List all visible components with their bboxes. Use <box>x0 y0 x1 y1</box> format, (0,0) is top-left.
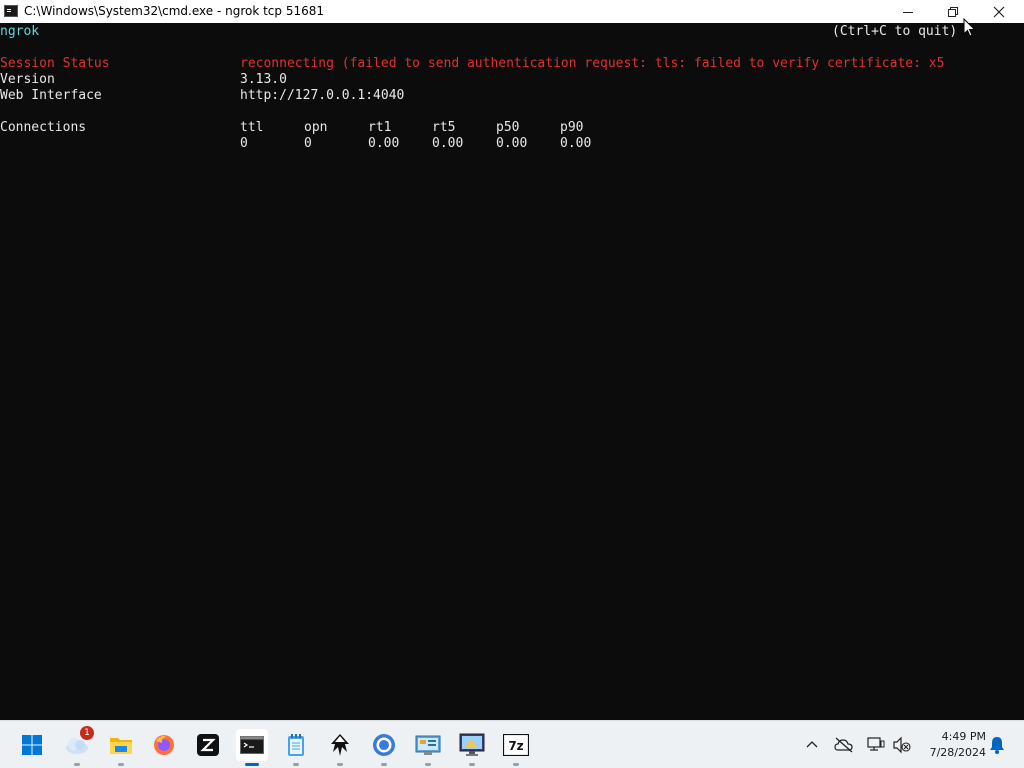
minimize-button[interactable] <box>885 0 931 23</box>
conn-header-rt1: rt1 <box>368 120 392 135</box>
conn-value-ttl: 0 <box>240 136 248 151</box>
session-status-value: reconnecting (failed to send authenticat… <box>240 56 945 71</box>
volume-muted-icon <box>893 736 911 754</box>
minimize-icon <box>903 11 913 13</box>
notifications-button[interactable] <box>987 735 1007 755</box>
zed-icon <box>197 734 219 756</box>
notepad-button[interactable] <box>280 729 312 766</box>
close-icon <box>993 6 1005 17</box>
firefox-button[interactable] <box>148 729 180 761</box>
weather-widget-button[interactable]: 1 <box>61 726 94 766</box>
terminal-icon <box>240 736 264 754</box>
app-name: ngrok <box>0 24 40 39</box>
running-indicator <box>469 763 475 766</box>
7zip-button[interactable]: 7z <box>500 729 532 766</box>
chrome-icon <box>373 734 395 756</box>
7zip-icon: 7z <box>503 734 529 756</box>
chrome-button[interactable] <box>368 729 400 766</box>
chevron-up-icon <box>806 741 818 748</box>
running-indicator <box>337 763 343 766</box>
quit-hint: (Ctrl+C to quit) <box>832 24 958 39</box>
inkscape-button[interactable] <box>324 729 356 766</box>
start-button[interactable] <box>16 729 48 761</box>
running-indicator <box>118 763 124 766</box>
control-panel-button[interactable] <box>412 729 444 766</box>
svg-text:7z: 7z <box>508 739 523 753</box>
session-status-label: Session Status <box>0 56 110 71</box>
restore-icon <box>948 6 958 17</box>
notification-badge: 1 <box>80 726 94 740</box>
zed-button[interactable] <box>192 729 224 761</box>
running-indicator <box>513 763 519 766</box>
taskbar: 1 7z 4:49 PM 7/28/2024 <box>0 720 1024 768</box>
window-title: C:\Windows\System32\cmd.exe - ngrok tcp … <box>24 4 325 18</box>
start-icon <box>22 735 42 755</box>
remote-desktop-button[interactable] <box>456 729 488 766</box>
console-icon <box>4 5 18 17</box>
window-title-bar[interactable]: C:\Windows\System32\cmd.exe - ngrok tcp … <box>0 0 1024 23</box>
onedrive-offline-icon <box>834 737 853 753</box>
file-explorer-button[interactable] <box>105 729 137 766</box>
clock-time: 4:49 PM <box>941 730 986 743</box>
show-hidden-icons-button[interactable] <box>802 735 822 755</box>
close-button[interactable] <box>976 0 1022 23</box>
bell-icon <box>990 737 1004 754</box>
firefox-icon <box>154 735 174 755</box>
conn-value-p90: 0.00 <box>560 136 592 151</box>
network-disconnected-icon <box>867 737 885 751</box>
notepad-icon <box>288 734 304 756</box>
conn-value-rt1: 0.00 <box>368 136 400 151</box>
running-indicator <box>425 763 431 766</box>
terminal-output[interactable]: ngrok (Ctrl+C to quit) Session Status re… <box>0 23 1024 720</box>
web-interface-label: Web Interface <box>0 88 102 103</box>
running-indicator <box>381 763 387 766</box>
system-clock[interactable]: 4:49 PM 7/28/2024 <box>918 729 986 761</box>
version-value: 3.13.0 <box>240 72 287 87</box>
connections-label: Connections <box>0 120 87 135</box>
running-indicator <box>245 763 259 766</box>
conn-header-p50: p50 <box>496 120 520 135</box>
conn-value-rt5: 0.00 <box>432 136 464 151</box>
web-interface-value: http://127.0.0.1:4040 <box>240 88 405 103</box>
conn-header-ttl: ttl <box>240 120 264 135</box>
clock-date: 7/28/2024 <box>929 746 986 759</box>
conn-header-rt5: rt5 <box>432 120 456 135</box>
network-button[interactable] <box>866 735 886 755</box>
mouse-cursor-icon <box>963 18 976 37</box>
terminal-button[interactable] <box>236 729 268 766</box>
running-indicator <box>74 763 80 766</box>
control-panel-icon <box>415 735 441 755</box>
version-label: Version <box>0 72 55 87</box>
conn-header-p90: p90 <box>560 120 584 135</box>
conn-value-opn: 0 <box>304 136 312 151</box>
onedrive-button[interactable] <box>834 735 854 755</box>
running-indicator <box>293 763 299 766</box>
file-explorer-icon <box>110 738 132 754</box>
conn-value-p50: 0.00 <box>496 136 528 151</box>
conn-header-opn: opn <box>304 120 328 135</box>
inkscape-icon <box>331 734 349 756</box>
volume-button[interactable] <box>892 735 912 755</box>
remote-desktop-icon <box>459 733 485 756</box>
